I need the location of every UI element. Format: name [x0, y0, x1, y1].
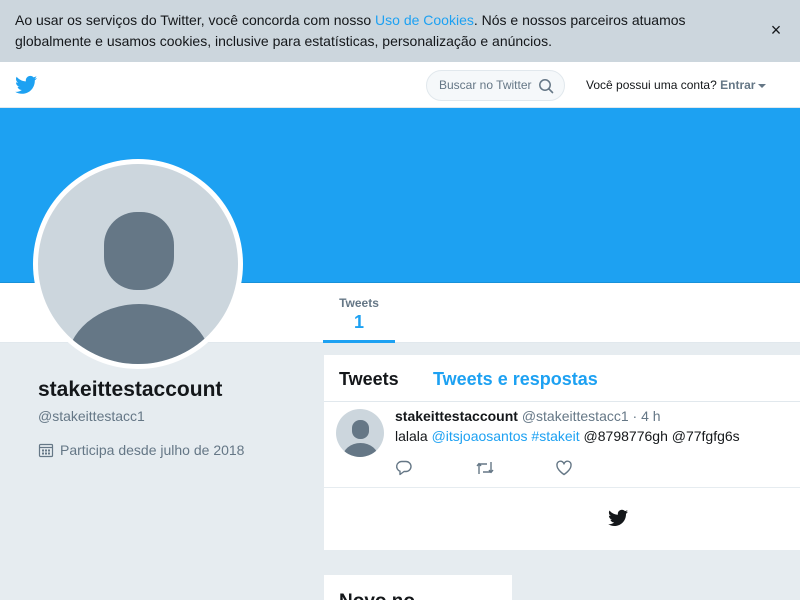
profile-card: stakeittestaccount @stakeittestacc1 Part…: [38, 378, 298, 458]
chevron-down-icon[interactable]: [758, 83, 767, 88]
tweet[interactable]: stakeittestaccount @stakeittestacc1 · 4 …: [324, 402, 800, 488]
cookie-banner: Ao usar os serviços do Twitter, você con…: [0, 0, 800, 62]
tweet-time[interactable]: · 4 h: [633, 408, 661, 424]
tweets-count-value: 1: [353, 312, 364, 332]
close-icon[interactable]: ×: [766, 20, 786, 40]
timeline: Tweets Tweets e respostas stakeittestacc…: [324, 355, 800, 550]
tweet-author-name[interactable]: stakeittestaccount: [395, 408, 518, 424]
signup-card-title: Novo no: [339, 591, 415, 600]
tab-tweets-and-replies[interactable]: Tweets e respostas: [433, 369, 598, 390]
join-date-text: Participa desde julho de 2018: [60, 442, 245, 458]
tweet-avatar[interactable]: [336, 409, 384, 457]
tweet-mention[interactable]: @itsjoaosantos: [432, 428, 528, 444]
tweet-actions: [395, 459, 635, 482]
tweet-text-end: @8798776gh @77fgfg6s: [579, 428, 740, 444]
signup-card: Novo no: [324, 575, 512, 600]
reply-icon[interactable]: [395, 459, 475, 482]
tweet-text-start: lalala: [395, 428, 432, 444]
profile-name[interactable]: stakeittestaccount: [38, 378, 298, 402]
twitter-bird-icon: [608, 509, 628, 526]
search-input[interactable]: Buscar no Twitter: [426, 70, 565, 101]
login-link[interactable]: Entrar: [720, 78, 755, 92]
cookie-text-before: Ao usar os serviços do Twitter, você con…: [15, 12, 376, 28]
retweet-icon[interactable]: [475, 459, 555, 482]
tweet-author-handle[interactable]: @stakeittestacc1: [522, 408, 629, 424]
tweets-count-label: Tweets: [339, 296, 379, 310]
top-navigation: Buscar no Twitter Você possui uma conta?…: [0, 62, 800, 108]
search-icon[interactable]: [538, 78, 554, 94]
default-avatar-icon: [38, 164, 238, 364]
timeline-tabs: Tweets Tweets e respostas: [324, 355, 800, 402]
tweet-text: lalala @itsjoaosantos #stakeit @8798776g…: [395, 428, 740, 444]
tweet-hashtag[interactable]: #stakeit: [531, 428, 579, 444]
tweet-header: stakeittestaccount @stakeittestacc1 · 4 …: [395, 408, 661, 424]
calendar-icon: [38, 443, 54, 458]
tab-tweets[interactable]: Tweets: [339, 369, 399, 390]
tab-tweets-count[interactable]: Tweets 1: [323, 283, 395, 343]
cookie-policy-link[interactable]: Uso de Cookies: [375, 12, 474, 28]
twitter-bird-icon[interactable]: [15, 75, 37, 95]
login-question: Você possui uma conta?: [586, 78, 717, 92]
login-prompt: Você possui uma conta? Entrar: [586, 78, 767, 92]
like-icon[interactable]: [555, 459, 635, 482]
profile-handle[interactable]: @stakeittestacc1: [38, 408, 298, 424]
timeline-footer: [324, 488, 800, 549]
join-date: Participa desde julho de 2018: [38, 442, 298, 458]
search-placeholder: Buscar no Twitter: [439, 78, 532, 92]
avatar[interactable]: [33, 159, 243, 369]
